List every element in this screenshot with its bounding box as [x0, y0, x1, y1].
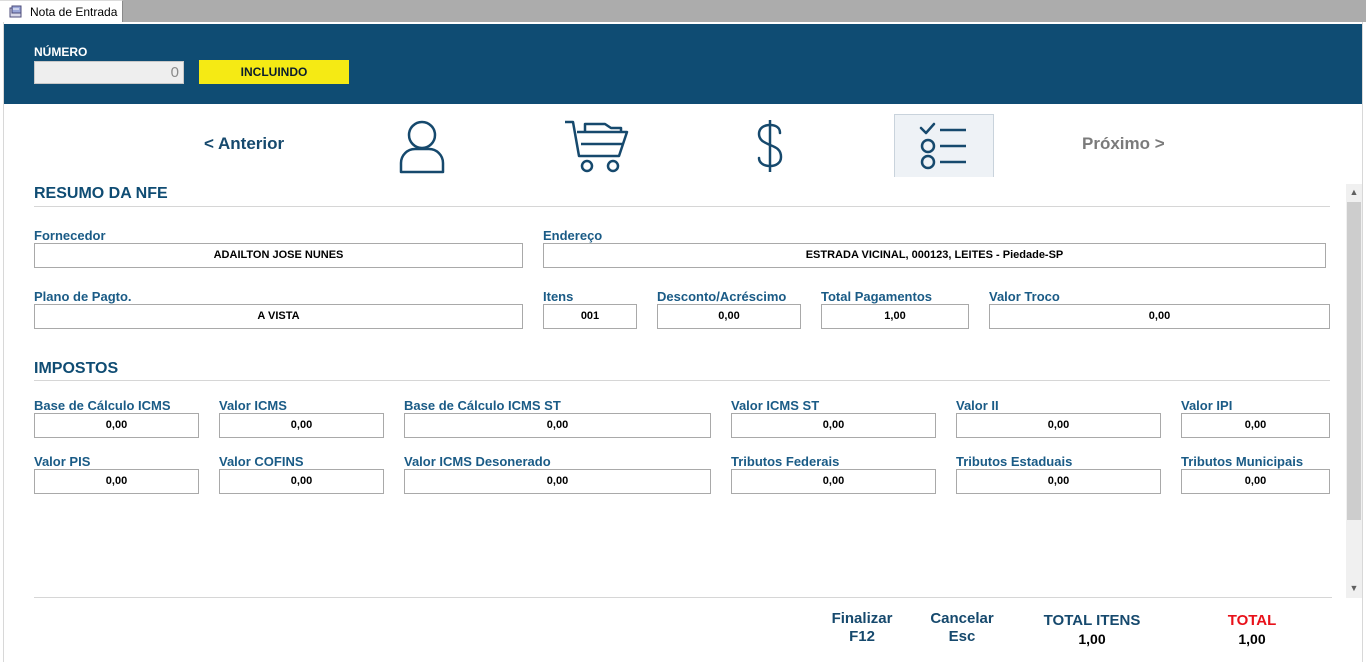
- tab-bar: [0, 0, 1366, 22]
- total-itens-label: TOTAL ITENS: [1043, 612, 1141, 629]
- valor-icms-field[interactable]: 0,00: [219, 413, 384, 438]
- tributos-estaduais-field[interactable]: 0,00: [956, 469, 1161, 494]
- previous-button[interactable]: < Anterior: [204, 134, 284, 154]
- valor-cofins-label: Valor COFINS: [219, 454, 304, 469]
- total-itens: TOTAL ITENS 1,00: [1036, 612, 1148, 648]
- vertical-scrollbar[interactable]: ▲ ▼: [1346, 184, 1362, 598]
- fornecedor-label: Fornecedor: [34, 228, 106, 243]
- form-frame: [3, 22, 1363, 662]
- resumo-section-title: RESUMO DA NFE: [34, 185, 168, 202]
- icms-desonerado-field[interactable]: 0,00: [404, 469, 711, 494]
- valor-pis-field[interactable]: 0,00: [34, 469, 199, 494]
- plano-pagto-field[interactable]: A VISTA: [34, 304, 523, 329]
- fornecedor-field[interactable]: ADAILTON JOSE NUNES: [34, 243, 523, 268]
- resumo-divider: [34, 206, 1330, 207]
- endereco-field[interactable]: ESTRADA VICINAL, 000123, LEITES - Piedad…: [543, 243, 1326, 268]
- tab-nota-de-entrada[interactable]: Nota de Entrada: [0, 0, 123, 23]
- valor-pis-label: Valor PIS: [34, 454, 91, 469]
- tributos-estaduais-label: Tributos Estaduais: [956, 454, 1073, 469]
- total-value: 1,00: [1238, 631, 1266, 647]
- checklist-icon: [919, 122, 966, 170]
- finalizar-button[interactable]: Finalizar F12: [826, 610, 898, 646]
- step-itens[interactable]: [546, 114, 646, 177]
- valor-ii-label: Valor II: [956, 398, 999, 413]
- base-icms-st-field[interactable]: 0,00: [404, 413, 711, 438]
- header-bar: NÚMERO 0 INCLUINDO: [4, 24, 1362, 104]
- scroll-up-arrow-icon[interactable]: ▲: [1346, 184, 1362, 200]
- valor-cofins-field[interactable]: 0,00: [219, 469, 384, 494]
- cancelar-button[interactable]: Cancelar Esc: [924, 610, 1000, 646]
- numero-field[interactable]: 0: [34, 61, 184, 84]
- desconto-label: Desconto/Acréscimo: [657, 289, 787, 304]
- tributos-federais-label: Tributos Federais: [731, 454, 840, 469]
- valor-icms-st-field[interactable]: 0,00: [731, 413, 936, 438]
- impostos-divider: [34, 380, 1330, 381]
- document-window-icon: [8, 5, 24, 19]
- total-label: TOTAL: [1227, 612, 1277, 629]
- base-icms-label: Base de Cálculo ICMS: [34, 398, 171, 413]
- tributos-municipais-label: Tributos Municipais: [1181, 454, 1304, 469]
- finalizar-label: Finalizar: [831, 610, 893, 627]
- numero-label: NÚMERO: [34, 45, 88, 59]
- icms-desonerado-label: Valor ICMS Desonerado: [404, 454, 551, 469]
- tributos-federais-field[interactable]: 0,00: [731, 469, 936, 494]
- step-pagamento[interactable]: [720, 114, 820, 177]
- dollar-icon: [757, 119, 783, 172]
- cancelar-shortcut: Esc: [948, 628, 976, 645]
- scroll-down-arrow-icon[interactable]: ▼: [1346, 580, 1362, 596]
- valor-troco-field[interactable]: 0,00: [989, 304, 1330, 329]
- valor-ii-field[interactable]: 0,00: [956, 413, 1161, 438]
- footer-divider: [34, 597, 1332, 598]
- base-icms-st-label: Base de Cálculo ICMS ST: [404, 398, 561, 413]
- scrollbar-thumb[interactable]: [1347, 202, 1361, 520]
- plano-pagto-label: Plano de Pagto.: [34, 289, 132, 304]
- itens-field[interactable]: 001: [543, 304, 637, 329]
- total-pagamentos-label: Total Pagamentos: [821, 289, 933, 304]
- impostos-section-title: IMPOSTOS: [34, 360, 119, 377]
- valor-icms-label: Valor ICMS: [219, 398, 287, 413]
- tab-label: Nota de Entrada: [30, 5, 118, 19]
- endereco-label: Endereço: [543, 228, 603, 243]
- base-icms-field[interactable]: 0,00: [34, 413, 199, 438]
- cancelar-label: Cancelar: [930, 610, 994, 627]
- status-badge: INCLUINDO: [199, 60, 349, 84]
- person-icon: [399, 120, 445, 173]
- step-resumo[interactable]: [894, 114, 994, 177]
- desconto-field[interactable]: 0,00: [657, 304, 801, 329]
- total: TOTAL 1,00: [1212, 612, 1292, 648]
- valor-icms-st-label: Valor ICMS ST: [731, 398, 820, 413]
- total-pagamentos-field[interactable]: 1,00: [821, 304, 969, 329]
- itens-label: Itens: [543, 289, 574, 304]
- valor-ipi-field[interactable]: 0,00: [1181, 413, 1330, 438]
- tributos-municipais-field[interactable]: 0,00: [1181, 469, 1330, 494]
- shopping-cart-icon: [565, 120, 629, 172]
- next-button[interactable]: Próximo >: [1082, 134, 1165, 154]
- valor-ipi-label: Valor IPI: [1181, 398, 1233, 413]
- finalizar-shortcut: F12: [849, 628, 875, 645]
- step-fornecedor[interactable]: [372, 114, 472, 177]
- valor-troco-label: Valor Troco: [989, 289, 1060, 304]
- total-itens-value: 1,00: [1078, 631, 1106, 647]
